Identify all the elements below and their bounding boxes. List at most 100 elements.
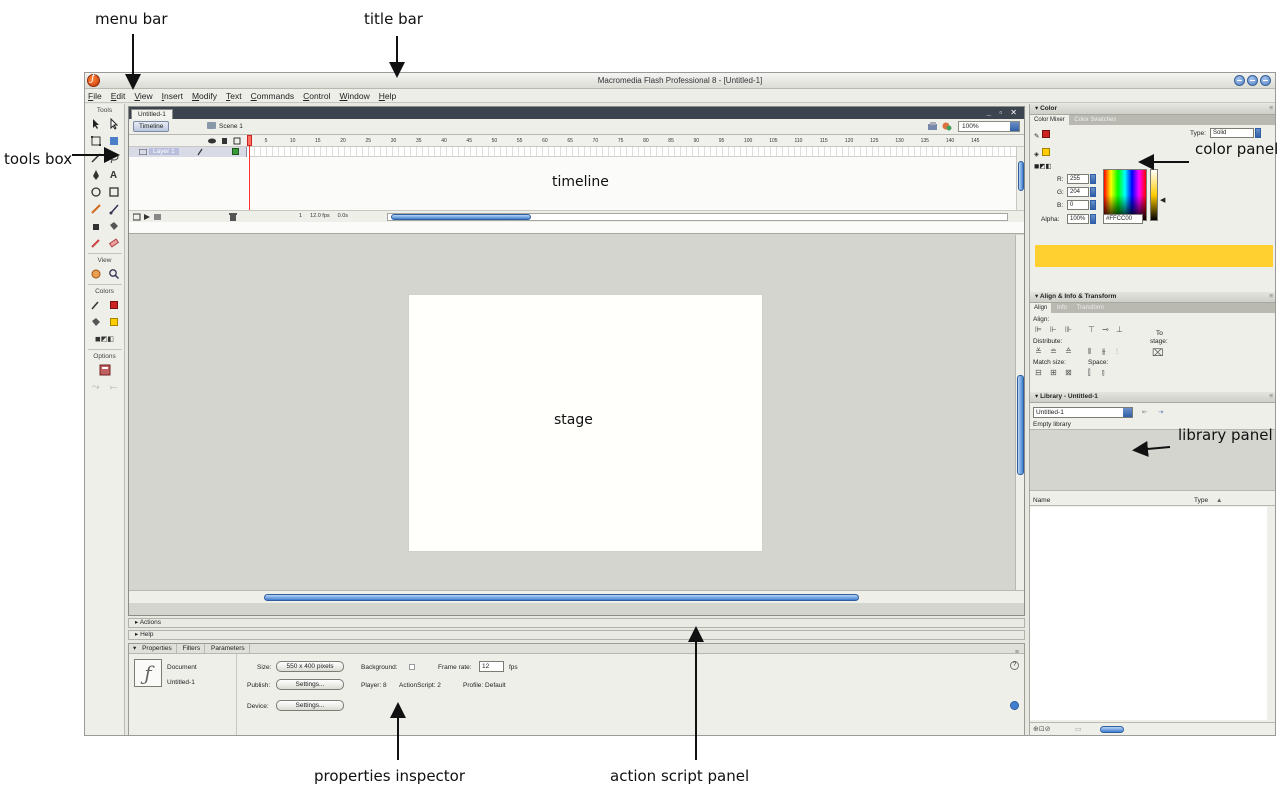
align-panel-header[interactable]: ▾ Align & Info & Transform ≡ [1030, 292, 1275, 303]
space-horizontal-icon[interactable]: ⫾ [1102, 368, 1105, 378]
stage-vertical-scrollbar[interactable] [1015, 235, 1024, 603]
new-symbol-icon[interactable]: ⊕⊡⊘ [1033, 725, 1051, 733]
oval-tool-icon[interactable] [88, 185, 103, 199]
alpha-input[interactable]: 100% [1067, 214, 1089, 224]
layer-name[interactable]: Layer 1 [149, 148, 179, 155]
distribute-top-icon[interactable]: ≚ [1035, 347, 1042, 356]
red-input[interactable]: 255 [1067, 174, 1089, 184]
panel-menu-icon[interactable]: ≡ [1269, 104, 1273, 114]
tab-color-swatches[interactable]: Color Swatches [1070, 115, 1120, 125]
tab-transform[interactable]: Transform [1073, 303, 1108, 313]
timeline-vscroll-thumb[interactable] [1018, 161, 1024, 191]
distribute-left-icon[interactable]: ⫴ [1088, 347, 1091, 357]
menu-file[interactable]: File [88, 91, 102, 101]
size-button[interactable]: 550 x 400 pixels [276, 661, 344, 672]
layer-visibility-lock-outline-icons[interactable] [207, 137, 243, 145]
pin-library-icon[interactable]: ⇤ [1142, 408, 1147, 416]
menu-window[interactable]: Window [339, 91, 369, 101]
match-width-height-icon[interactable]: ⊠ [1065, 368, 1072, 377]
menu-insert[interactable]: Insert [162, 91, 183, 101]
match-width-icon[interactable]: ⊟ [1035, 368, 1042, 377]
menu-help[interactable]: Help [379, 91, 396, 101]
library-document-select[interactable]: Untitled-1 [1033, 407, 1133, 418]
menu-modify[interactable]: Modify [192, 91, 217, 101]
brightness-slider[interactable] [1150, 169, 1158, 221]
new-library-icon[interactable]: ⇥ [1158, 408, 1163, 416]
red-slider-icon[interactable] [1090, 174, 1096, 184]
stage-vscroll-thumb[interactable] [1017, 375, 1024, 475]
pen-tool-icon[interactable] [88, 168, 103, 182]
space-vertical-icon[interactable]: ⫿ [1088, 368, 1091, 378]
subselection-tool-icon[interactable] [106, 117, 121, 131]
stage-hscroll-thumb[interactable] [264, 594, 859, 601]
menu-commands[interactable]: Commands [251, 91, 294, 101]
color-panel-header[interactable]: ▾ Color ≡ [1030, 104, 1275, 115]
straighten-icon[interactable]: ⤚ [106, 380, 121, 394]
edit-symbols-icon[interactable] [942, 122, 952, 131]
line-tool-icon[interactable] [88, 151, 103, 165]
distribute-vcenter-icon[interactable]: ≘ [1050, 347, 1057, 356]
stroke-color-icon[interactable] [88, 298, 103, 312]
green-slider-icon[interactable] [1090, 187, 1096, 197]
lasso-tool-icon[interactable] [106, 151, 121, 165]
playhead[interactable] [247, 135, 252, 210]
document-window-controls[interactable]: _ ▫ ✕ [987, 108, 1020, 117]
match-height-icon[interactable]: ⊞ [1050, 368, 1057, 377]
scene-breadcrumb[interactable]: Scene 1 [207, 122, 243, 130]
column-type[interactable]: Type [1194, 496, 1208, 505]
hex-input[interactable]: #FFCC00 [1103, 214, 1143, 224]
brush-tool-icon[interactable] [106, 202, 121, 216]
background-color-swatch[interactable] [409, 664, 415, 670]
column-name[interactable]: Name [1033, 496, 1050, 505]
green-input[interactable]: 204 [1067, 187, 1089, 197]
align-left-icon[interactable]: ⊫ [1035, 325, 1042, 334]
stroke-color-icon[interactable]: ✎ [1034, 130, 1051, 140]
layer-row[interactable]: Layer 1 [129, 147, 1024, 157]
align-horizontal-center-icon[interactable]: ⊩ [1050, 325, 1057, 334]
fill-color-swatch[interactable] [106, 315, 121, 329]
stroke-color-swatch[interactable] [106, 298, 121, 312]
frame-ruler[interactable]: 1510152025303540455055606570758085909510… [249, 135, 1016, 147]
maximize-icon[interactable] [1247, 75, 1258, 86]
paint-bucket-tool-icon[interactable] [106, 219, 121, 233]
actions-panel[interactable]: ▸ Actions [128, 618, 1025, 628]
sort-order-icon[interactable]: ▲ [1216, 496, 1222, 505]
help-icon[interactable]: ? [1010, 661, 1019, 670]
eyedropper-tool-icon[interactable] [88, 236, 103, 250]
frames-strip[interactable] [249, 147, 1016, 157]
edit-scene-icon[interactable] [928, 122, 938, 131]
fill-type-select[interactable]: Solid [1210, 128, 1254, 138]
library-item-list[interactable] [1030, 507, 1268, 720]
library-vertical-scrollbar[interactable] [1267, 507, 1275, 720]
document-tab[interactable]: Untitled-1 [131, 109, 173, 119]
tab-parameters[interactable]: Parameters [207, 644, 250, 653]
stage-horizontal-scrollbar[interactable] [129, 590, 1024, 603]
align-vertical-center-icon[interactable]: ⊸ [1102, 325, 1109, 334]
tab-properties[interactable]: Properties [138, 644, 177, 653]
publish-settings-button[interactable]: Settings... [276, 679, 344, 690]
minimize-icon[interactable] [1234, 75, 1245, 86]
alpha-slider-icon[interactable] [1090, 214, 1096, 224]
timeline-vertical-scrollbar[interactable] [1016, 147, 1024, 210]
rectangle-tool-icon[interactable] [106, 185, 121, 199]
tab-info[interactable]: Info [1053, 303, 1071, 313]
snap-to-objects-icon[interactable] [97, 363, 112, 377]
fill-transform-tool-icon[interactable] [106, 134, 121, 148]
align-bottom-icon[interactable]: ⊥ [1116, 325, 1123, 334]
distribute-bottom-icon[interactable]: ≙ [1065, 347, 1072, 356]
delete-layer-icon[interactable] [229, 213, 237, 221]
color-options-icon[interactable]: ◼◩◧ [1034, 162, 1052, 170]
delete-item-icon[interactable]: ▭ [1075, 725, 1082, 733]
blue-input[interactable]: 0 [1067, 200, 1089, 210]
distribute-right-icon[interactable]: ⫶ [1116, 347, 1118, 357]
distribute-hcenter-icon[interactable]: ⫵ [1102, 347, 1106, 357]
text-tool-icon[interactable]: A [106, 168, 121, 182]
help-panel[interactable]: ▸ Help [128, 630, 1025, 640]
panel-menu-icon[interactable]: ≡ [1269, 392, 1273, 402]
align-right-icon[interactable]: ⊪ [1065, 325, 1072, 334]
outline-square-icon[interactable] [232, 148, 239, 155]
selection-tool-icon[interactable] [88, 117, 103, 131]
timeline-toggle-button[interactable]: Timeline [133, 121, 170, 132]
library-panel-header[interactable]: ▾ Library - Untitled-1 ≡ [1030, 392, 1275, 403]
align-top-icon[interactable]: ⊤ [1088, 325, 1095, 334]
